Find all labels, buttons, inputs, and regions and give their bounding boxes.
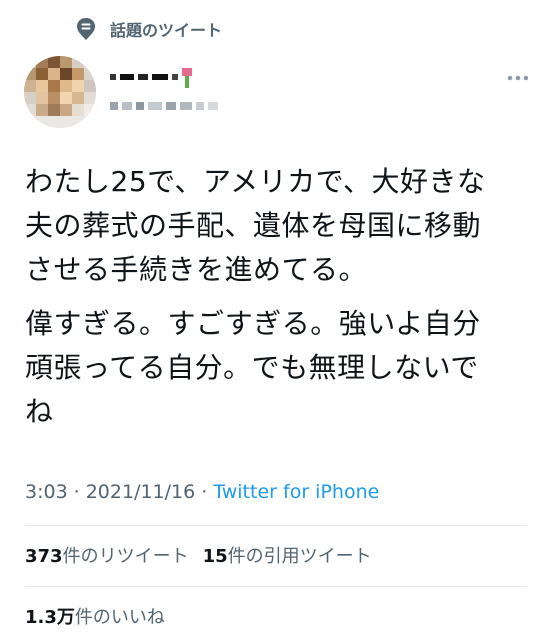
likes-stat[interactable]: 1.3万 件のいいね — [25, 603, 165, 629]
more-dots-icon[interactable] — [504, 66, 532, 90]
retweets-count: 373 — [25, 546, 63, 567]
tweet-meta: 3:03 · 2021/11/16 · Twitter for iPhone — [25, 481, 379, 503]
quotes-label: 件の引用ツイート — [227, 546, 372, 567]
flower-emoji-icon — [182, 68, 192, 88]
topic-header[interactable]: 話題のツイート — [76, 15, 222, 43]
quotes-count: 15 — [202, 546, 228, 567]
meta-separator: · — [201, 481, 208, 503]
retweets-stat[interactable]: 373件のリツイート — [25, 542, 189, 568]
author-handle-obscured[interactable] — [110, 98, 230, 120]
likes-label: 件のいいね — [74, 607, 165, 628]
author-name-obscured[interactable] — [110, 66, 200, 94]
topic-label: 話題のツイート — [110, 21, 223, 40]
retweets-label: 件のリツイート — [62, 546, 189, 567]
tweet-time[interactable]: 3:03 — [25, 481, 68, 503]
avatar[interactable] — [24, 56, 96, 128]
likes-count: 1.3万 — [25, 607, 75, 628]
divider — [25, 525, 526, 526]
divider — [25, 586, 526, 587]
tweet-source-link[interactable]: Twitter for iPhone — [213, 481, 379, 503]
topic-bubble-icon — [76, 17, 96, 41]
meta-separator: · — [73, 481, 80, 503]
tweet-paragraph-1: わたし25で、アメリカで、大好きな 夫の葬式の手配、遺体を母国に移動 させる手続… — [25, 165, 486, 286]
tweet-date[interactable]: 2021/11/16 — [86, 481, 196, 503]
stats-row: 373件のリツイート 15件の引用ツイート — [25, 542, 386, 568]
tweet-text: わたし25で、アメリカで、大好きな 夫の葬式の手配、遺体を母国に移動 させる手続… — [25, 160, 525, 444]
quotes-stat[interactable]: 15件の引用ツイート — [203, 542, 372, 568]
tweet-paragraph-2: 偉すぎる。すごすぎる。強いよ自分 頑張ってる自分。でも無理しないで ね — [25, 307, 481, 428]
